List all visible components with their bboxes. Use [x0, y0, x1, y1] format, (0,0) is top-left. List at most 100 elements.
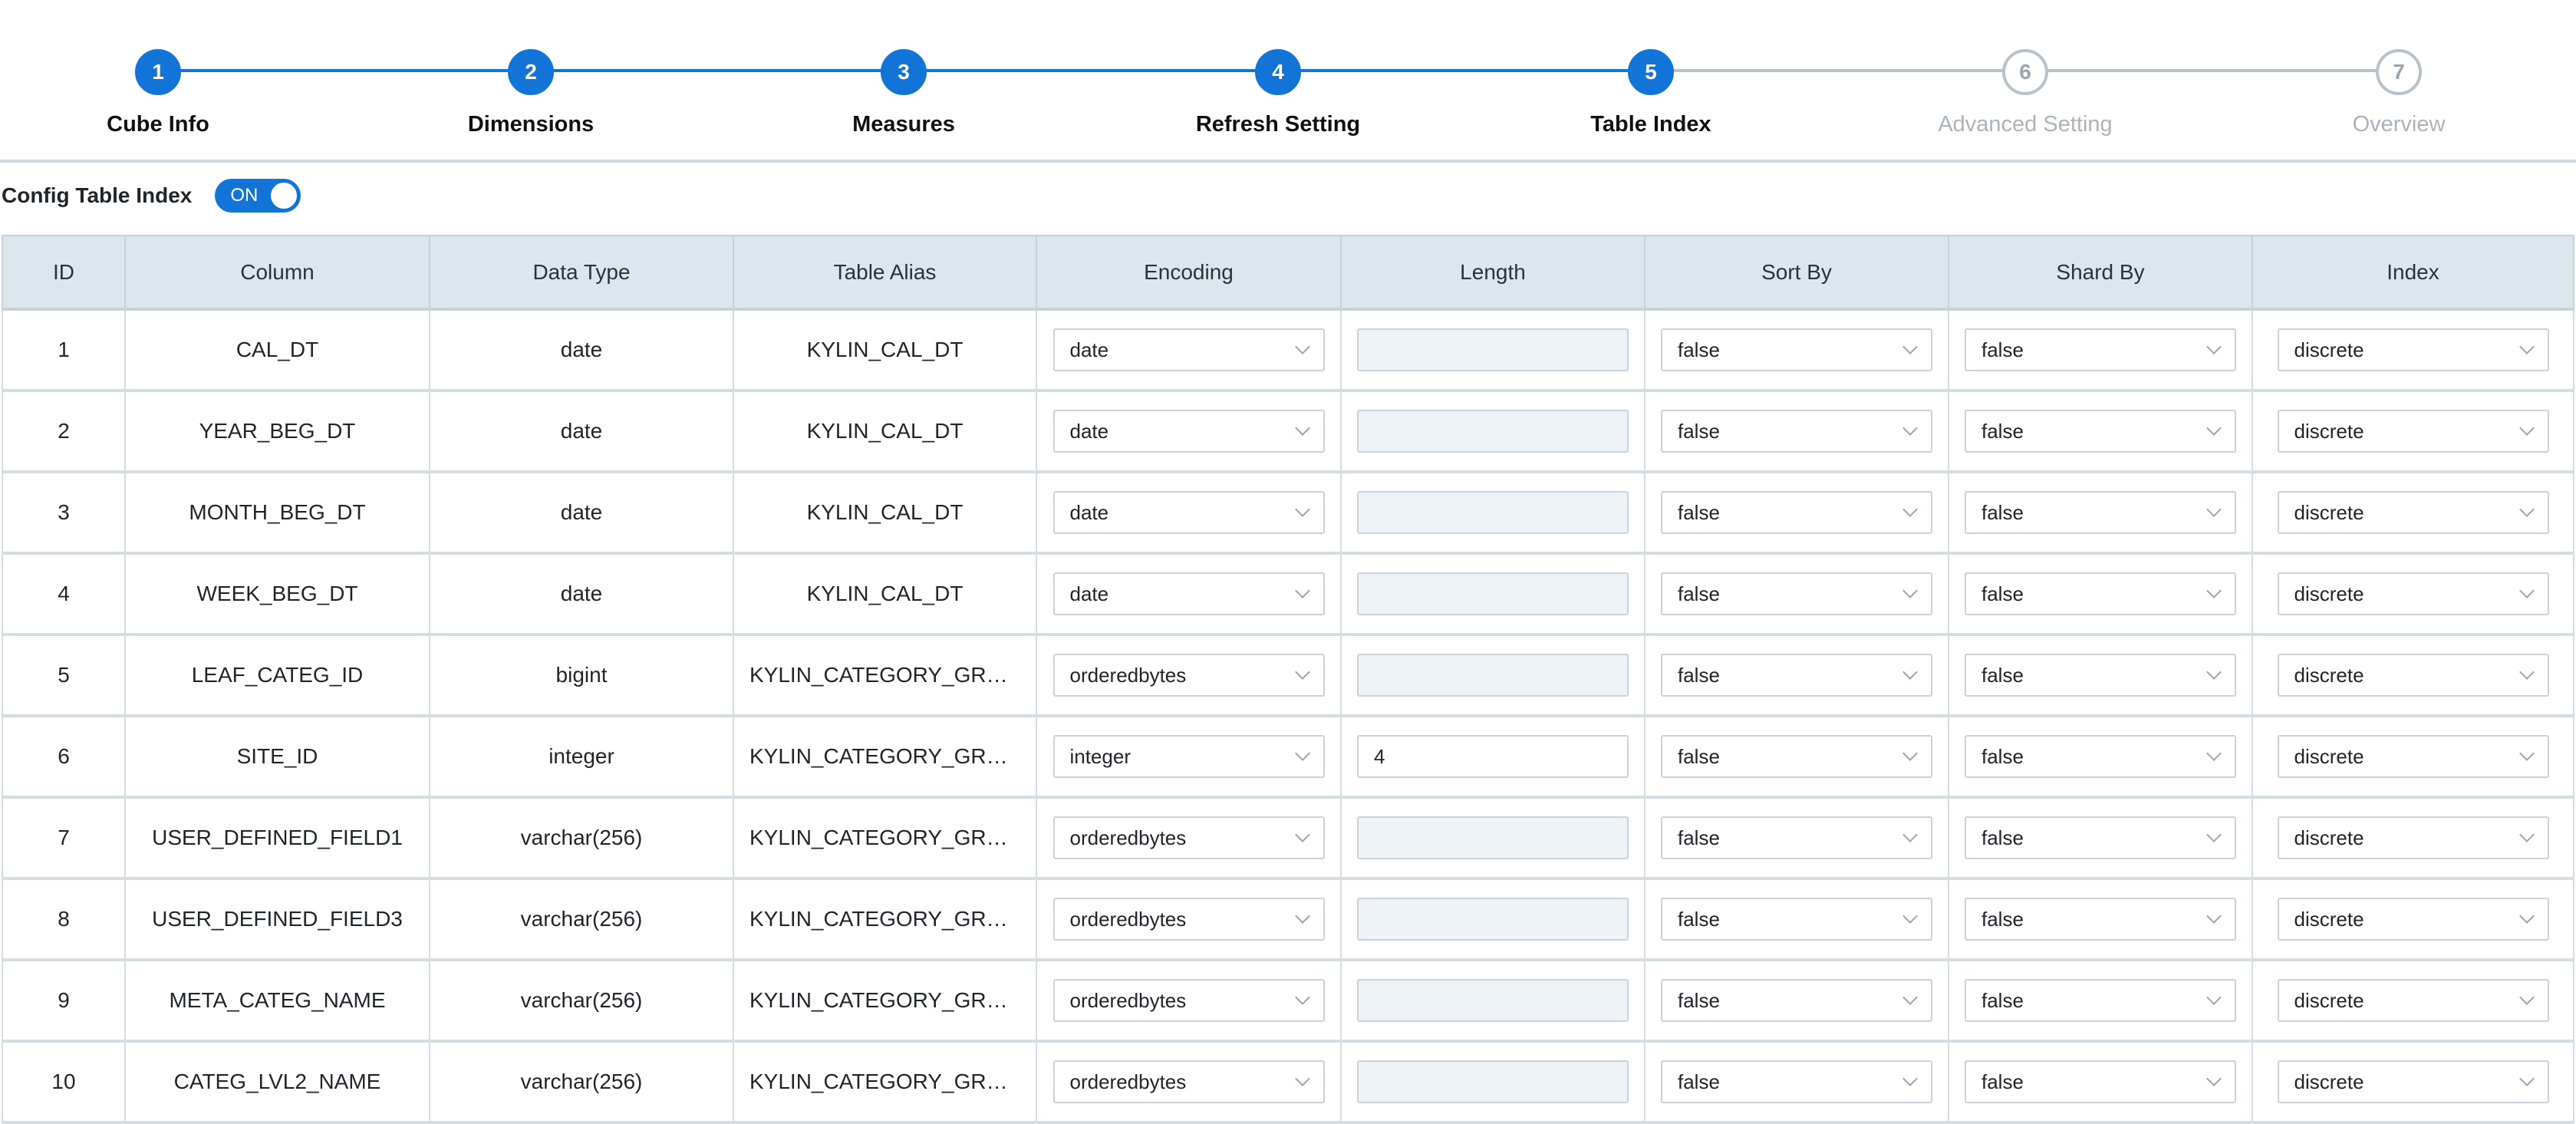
- cell-column: LEAF_CATEG_ID: [124, 634, 430, 717]
- encoding-select[interactable]: date: [1052, 328, 1325, 371]
- length-input[interactable]: 4: [1357, 735, 1629, 778]
- shard-by-select[interactable]: false: [1965, 735, 2236, 778]
- shard-by-value: false: [1981, 663, 2024, 687]
- index-select[interactable]: discrete: [2277, 654, 2549, 697]
- sort-by-value: false: [1678, 663, 1720, 687]
- cell-id: 10: [2, 1040, 126, 1124]
- shard-by-select[interactable]: false: [1965, 491, 2236, 534]
- sort-by-value: false: [1678, 419, 1720, 443]
- sort-by-value: false: [1678, 907, 1720, 931]
- index-select[interactable]: discrete: [2277, 816, 2549, 859]
- step-3[interactable]: 3 Measures: [750, 49, 1057, 137]
- cell-table-alias: KYLIN_CAL_DT: [733, 552, 1037, 636]
- shard-by-value: false: [1981, 988, 2024, 1012]
- table-row: 2 YEAR_BEG_DT date KYLIN_CAL_DT date false fal…: [2, 390, 2574, 473]
- table-row: 7 USER_DEFINED_FIELD1 varchar(256) KYLIN_CA…: [2, 796, 2574, 880]
- index-select[interactable]: discrete: [2277, 572, 2549, 615]
- index-select[interactable]: discrete: [2277, 979, 2549, 1022]
- shard-by-select[interactable]: false: [1965, 654, 2236, 697]
- chevron-down-icon: [1902, 583, 1918, 598]
- encoding-select[interactable]: orderedbytes: [1052, 1060, 1325, 1103]
- sort-by-value: false: [1678, 582, 1720, 605]
- shard-by-select[interactable]: false: [1965, 816, 2236, 859]
- length-input[interactable]: [1357, 816, 1629, 859]
- step-label: Cube Info: [107, 112, 209, 137]
- step-number-circle: 4: [1255, 49, 1301, 95]
- shard-by-select[interactable]: false: [1965, 1060, 2236, 1103]
- sort-by-select[interactable]: false: [1661, 1060, 1932, 1103]
- shard-by-select[interactable]: false: [1965, 410, 2236, 453]
- cell-data-type: varchar(256): [429, 878, 734, 961]
- encoding-select[interactable]: orderedbytes: [1052, 654, 1325, 697]
- step-4[interactable]: 4 Refresh Setting: [1125, 49, 1431, 137]
- sort-by-select[interactable]: false: [1661, 491, 1932, 534]
- length-input[interactable]: [1357, 572, 1629, 615]
- length-input[interactable]: [1357, 328, 1629, 371]
- cell-id: 3: [2, 471, 126, 555]
- chevron-down-icon: [1902, 827, 1918, 842]
- cell-column: CAL_DT: [124, 308, 430, 392]
- sort-by-select[interactable]: false: [1661, 654, 1932, 697]
- column-header-encoding: Encoding: [1036, 235, 1342, 311]
- cell-column: CATEG_LVL2_NAME: [124, 1040, 430, 1124]
- index-select[interactable]: discrete: [2277, 491, 2549, 534]
- step-1[interactable]: 1 Cube Info: [5, 49, 311, 137]
- index-select[interactable]: discrete: [2277, 1060, 2549, 1103]
- cell-data-type: date: [429, 552, 734, 636]
- shard-by-select[interactable]: false: [1965, 898, 2236, 941]
- cell-id: 7: [2, 796, 126, 880]
- chevron-down-icon: [2206, 583, 2222, 598]
- index-select[interactable]: discrete: [2277, 328, 2549, 371]
- encoding-select[interactable]: orderedbytes: [1052, 816, 1325, 859]
- index-select[interactable]: discrete: [2277, 898, 2549, 941]
- shard-by-select[interactable]: false: [1965, 572, 2236, 615]
- chevron-down-icon: [2518, 746, 2535, 761]
- shard-by-value: false: [1981, 419, 2024, 443]
- sort-by-select[interactable]: false: [1661, 979, 1932, 1022]
- sort-by-select[interactable]: false: [1661, 735, 1932, 778]
- chevron-down-icon: [1294, 908, 1310, 924]
- length-input[interactable]: [1357, 1060, 1629, 1103]
- encoding-select[interactable]: date: [1052, 410, 1325, 453]
- index-select[interactable]: discrete: [2277, 410, 2549, 453]
- step-5[interactable]: 5 Table Index: [1497, 49, 1804, 137]
- sort-by-select[interactable]: false: [1661, 572, 1932, 615]
- index-select[interactable]: discrete: [2277, 735, 2549, 778]
- encoding-select[interactable]: date: [1052, 491, 1325, 534]
- cell-table-alias: KYLIN_CATEGORY_GRO...: [733, 715, 1037, 799]
- sort-by-select[interactable]: false: [1661, 816, 1932, 859]
- encoding-select[interactable]: orderedbytes: [1052, 898, 1325, 941]
- chevron-down-icon: [1294, 583, 1310, 598]
- chevron-down-icon: [1294, 339, 1310, 354]
- cell-column: USER_DEFINED_FIELD3: [124, 878, 430, 961]
- cell-data-type: date: [429, 308, 734, 392]
- encoding-select[interactable]: integer: [1052, 735, 1325, 778]
- chevron-down-icon: [1902, 420, 1918, 436]
- sort-by-select[interactable]: false: [1661, 328, 1932, 371]
- encoding-select[interactable]: orderedbytes: [1052, 979, 1325, 1022]
- step-7[interactable]: 7 Overview: [2245, 49, 2552, 137]
- index-value: discrete: [2294, 500, 2364, 524]
- encoding-select[interactable]: date: [1052, 572, 1325, 615]
- sort-by-select[interactable]: false: [1661, 410, 1932, 453]
- sort-by-value: false: [1678, 338, 1720, 361]
- config-table-index-toggle[interactable]: ON: [215, 179, 301, 213]
- step-6[interactable]: 6 Advanced Setting: [1872, 49, 2179, 137]
- shard-by-select[interactable]: false: [1965, 979, 2236, 1022]
- step-number-circle: 2: [508, 49, 554, 95]
- step-2[interactable]: 2 Dimensions: [377, 49, 684, 137]
- length-input[interactable]: [1357, 898, 1629, 941]
- encoding-value: orderedbytes: [1069, 826, 1187, 849]
- step-label: Overview: [2352, 112, 2446, 137]
- chevron-down-icon: [2518, 339, 2535, 354]
- step-number-circle: 5: [1628, 49, 1674, 95]
- length-input[interactable]: [1357, 491, 1629, 534]
- sort-by-select[interactable]: false: [1661, 898, 1932, 941]
- length-input[interactable]: [1357, 979, 1629, 1022]
- cell-data-type: integer: [429, 715, 734, 799]
- length-input[interactable]: [1357, 410, 1629, 453]
- shard-by-select[interactable]: false: [1965, 328, 2236, 371]
- config-table-index-row: Config Table Index ON: [2, 178, 301, 213]
- cell-table-alias: KYLIN_CATEGORY_GRO...: [733, 796, 1037, 880]
- length-input[interactable]: [1357, 654, 1629, 697]
